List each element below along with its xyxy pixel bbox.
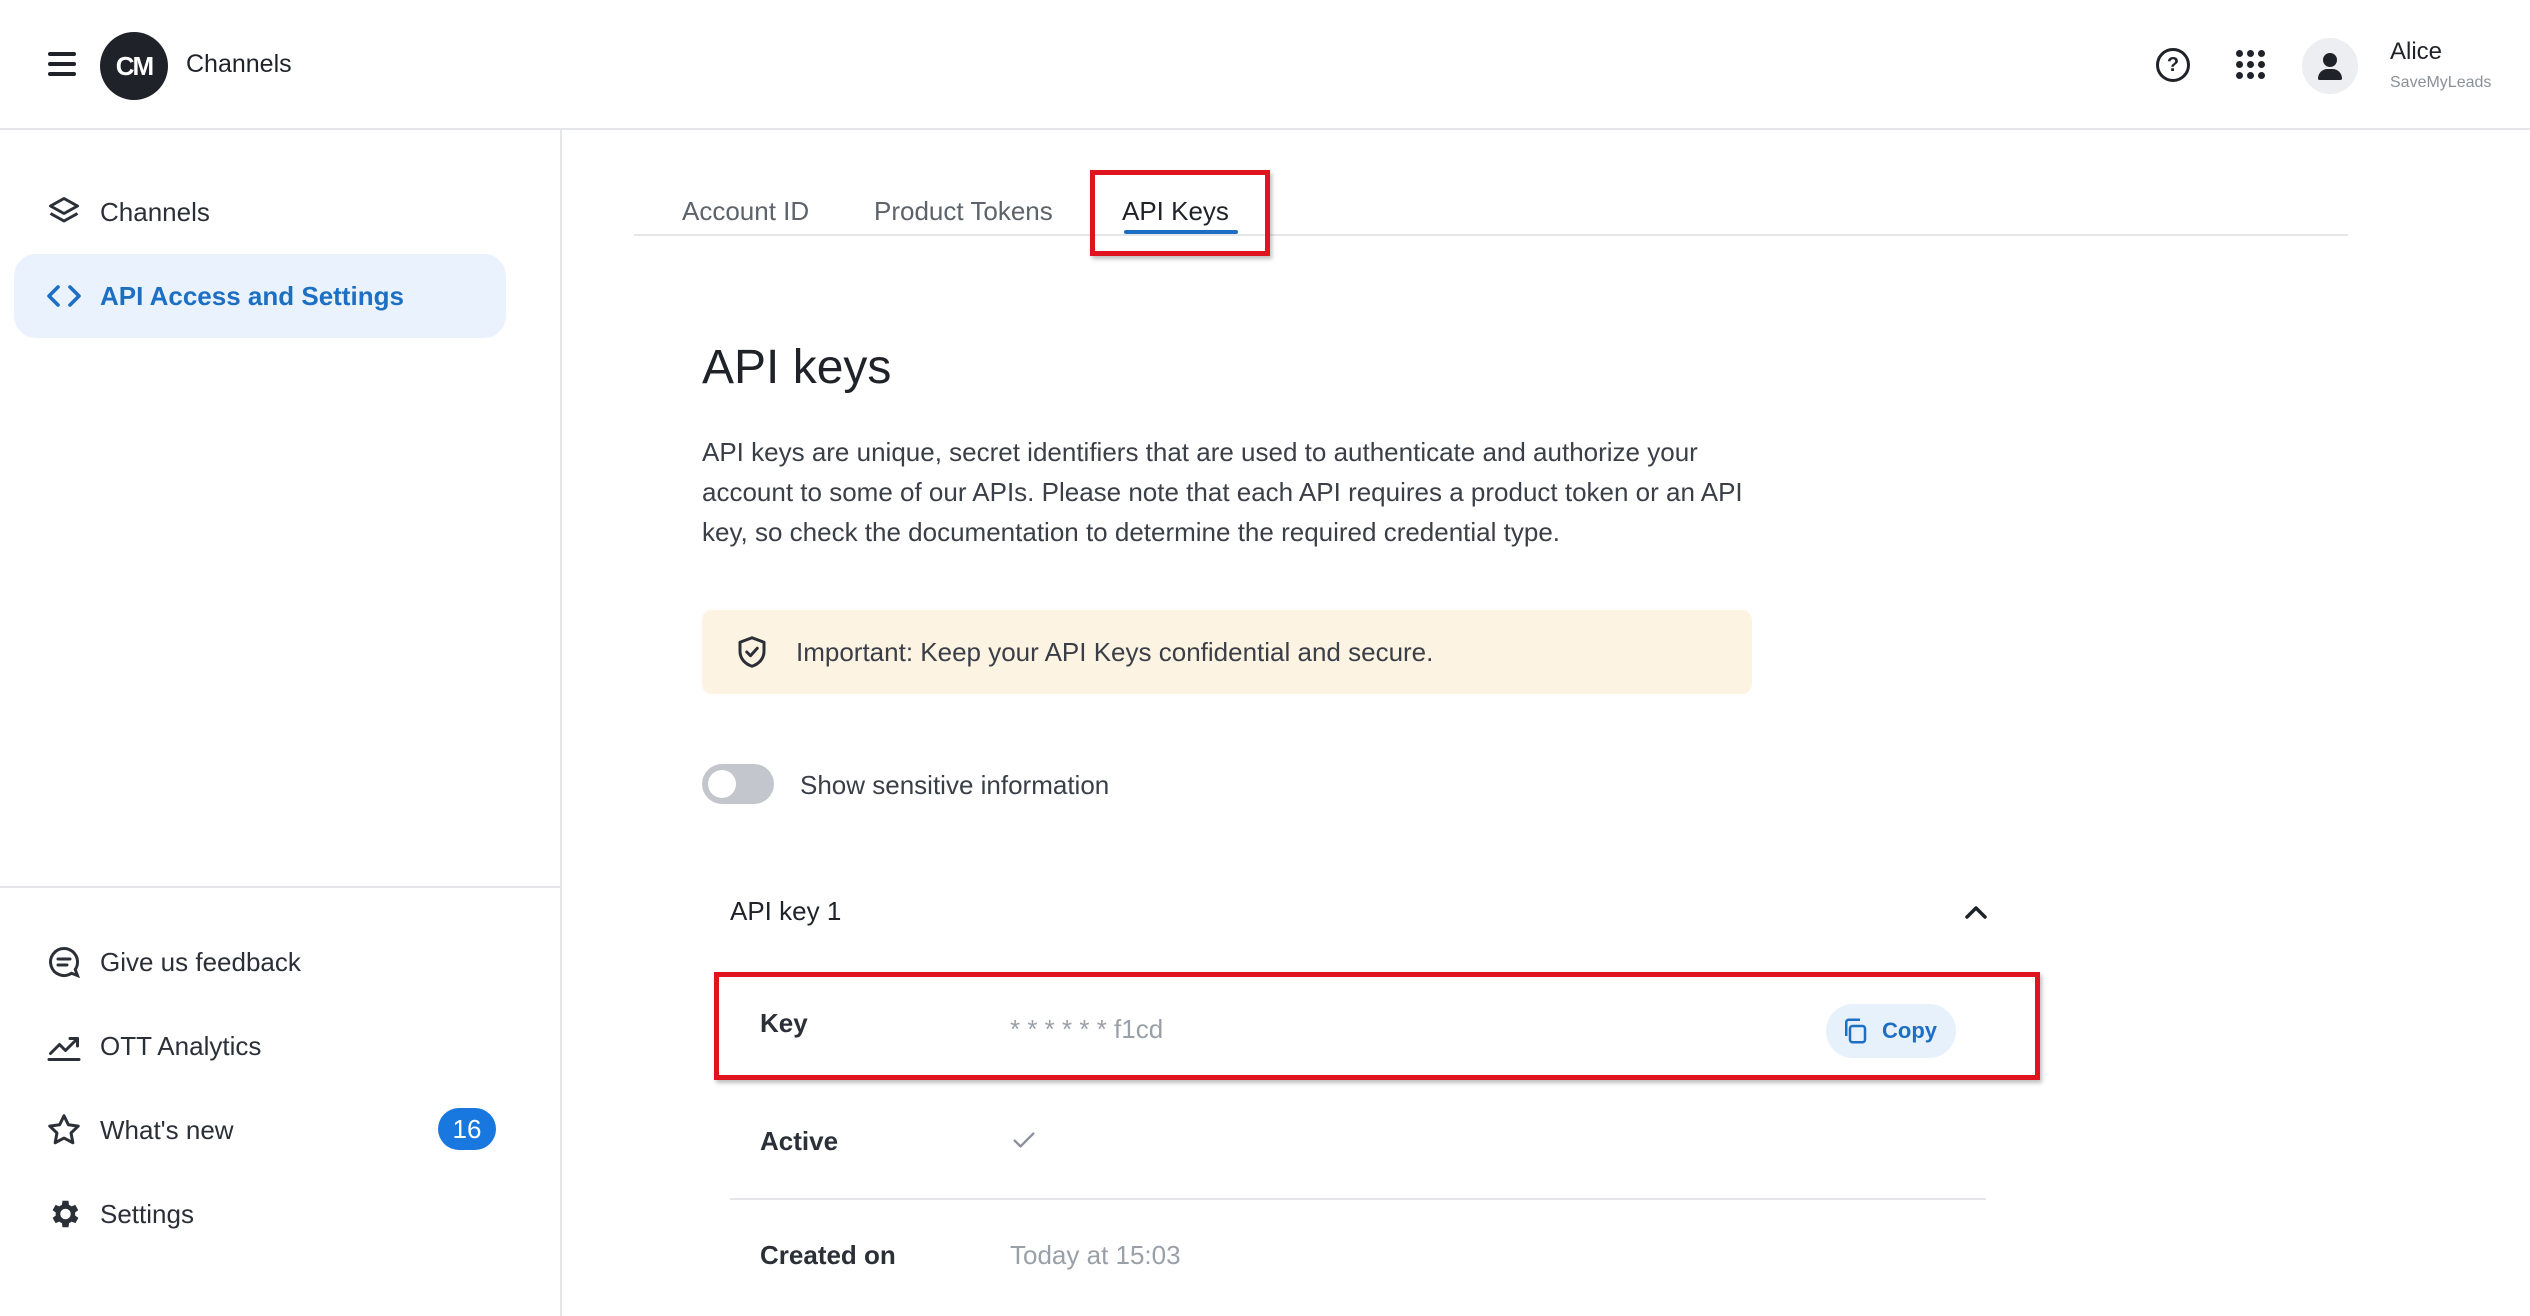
active-label: Active	[760, 1126, 839, 1156]
row-divider	[730, 1198, 1986, 1200]
sidebar-divider	[0, 886, 560, 888]
code-icon	[44, 276, 84, 316]
app-title: Channels	[186, 50, 292, 78]
security-alert: Important: Keep your API Keys confidenti…	[702, 610, 1752, 694]
sidebar-item-label: API Access and Settings	[100, 280, 404, 311]
page-description: API keys are unique, secret identifiers …	[702, 437, 1743, 547]
api-key-accordion-title[interactable]: API key 1	[730, 896, 841, 927]
settings-tabs: Account ID Product Tokens API Keys	[634, 170, 2348, 236]
user-organization: SaveMyLeads	[2390, 74, 2492, 91]
api-keys-tab-highlight	[1090, 170, 1270, 256]
trend-icon	[44, 1026, 84, 1066]
created-on-label: Created on	[760, 1240, 896, 1270]
sidebar-item-ott-analytics[interactable]: OTT Analytics	[14, 1004, 506, 1088]
user-avatar[interactable]	[2302, 38, 2358, 94]
cm-logo[interactable]: CM	[100, 32, 168, 100]
apps-grid-icon[interactable]	[2236, 50, 2266, 80]
user-name[interactable]: Alice	[2390, 38, 2442, 66]
sidebar-item-settings[interactable]: Settings	[14, 1172, 506, 1256]
sidebar-item-api-access[interactable]: API Access and Settings	[14, 254, 506, 338]
sidebar-item-label: Give us feedback	[100, 946, 301, 977]
sidebar-item-channels[interactable]: Channels	[14, 170, 506, 254]
check-icon	[1010, 1126, 1038, 1154]
sidebar-item-label: What's new	[100, 1114, 234, 1145]
sidebar-item-label: OTT Analytics	[100, 1030, 262, 1061]
page-title: API keys	[702, 341, 892, 394]
alert-text: Important: Keep your API Keys confidenti…	[796, 636, 1434, 667]
star-icon	[44, 1110, 84, 1150]
sidebar-item-label: Settings	[100, 1198, 194, 1229]
sidebar-item-whats-new[interactable]: What's new 16	[14, 1088, 506, 1172]
chat-icon	[44, 942, 84, 982]
gear-icon	[44, 1194, 84, 1234]
created-on-value: Today at 15:03	[1010, 1240, 1181, 1270]
tab-product-tokens[interactable]: Product Tokens	[874, 196, 1053, 227]
help-icon[interactable]: ?	[2156, 48, 2190, 82]
chevron-up-icon[interactable]	[1956, 896, 1996, 928]
toggle-label: Show sensitive information	[800, 770, 1110, 800]
layers-icon	[44, 192, 84, 232]
sidebar-item-label: Channels	[100, 196, 210, 227]
key-row-highlight	[714, 972, 2040, 1080]
top-header: CM Channels ? Alice SaveMyLeads	[0, 0, 2530, 130]
sidebar-nav: Channels API Access and Settings Give us…	[0, 130, 562, 1316]
shield-check-icon	[734, 634, 770, 670]
notification-badge: 16	[438, 1108, 496, 1150]
tab-account-id[interactable]: Account ID	[682, 196, 809, 227]
sidebar-item-feedback[interactable]: Give us feedback	[14, 920, 506, 1004]
menu-icon[interactable]	[48, 52, 76, 76]
sensitive-info-toggle[interactable]	[702, 764, 774, 804]
